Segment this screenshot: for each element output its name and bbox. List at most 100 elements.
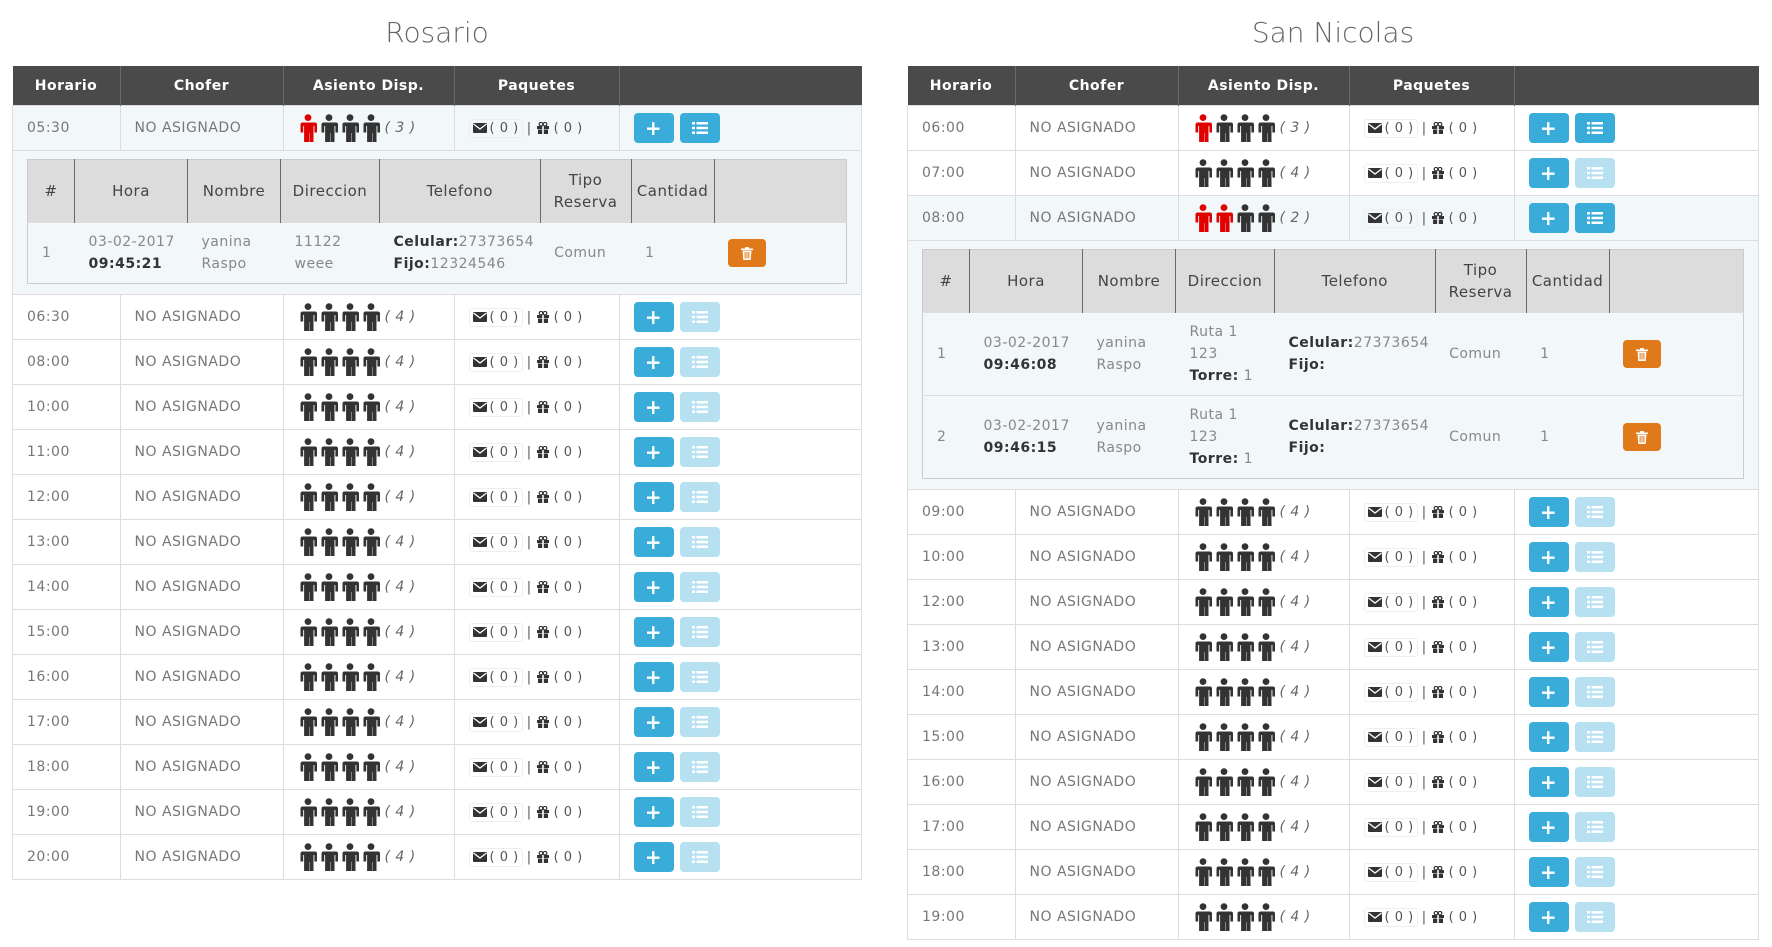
seat-free-icon bbox=[300, 753, 317, 781]
list-reservations-button[interactable] bbox=[679, 527, 720, 557]
list-reservations-button[interactable] bbox=[679, 842, 720, 872]
seat-free-icon bbox=[300, 663, 317, 691]
list-reservations-button[interactable] bbox=[679, 392, 720, 422]
add-reservation-button[interactable]: + bbox=[1528, 587, 1569, 617]
table-row[interactable]: 06:00 NO ASIGNADO ( 3 ) ( 0 ) |( 0 ) + bbox=[907, 105, 1759, 151]
table-row[interactable]: 10:00 NO ASIGNADO ( 4 ) ( 0 ) |( 0 ) + bbox=[12, 384, 862, 430]
table-row[interactable]: 17:00 NO ASIGNADO ( 4 ) ( 0 ) |( 0 ) + bbox=[907, 804, 1759, 850]
table-row[interactable]: 18:00 NO ASIGNADO ( 4 ) ( 0 ) |( 0 ) + bbox=[12, 744, 862, 790]
add-reservation-button[interactable]: + bbox=[1528, 902, 1569, 932]
list-reservations-button[interactable] bbox=[679, 347, 720, 377]
table-row[interactable]: 08:00 NO ASIGNADO ( 4 ) ( 0 ) |( 0 ) + bbox=[12, 339, 862, 385]
res-phone: Celular:27373654 Fijo:12324546 bbox=[379, 222, 541, 284]
table-row[interactable]: 19:00 NO ASIGNADO ( 4 ) ( 0 ) |( 0 ) + bbox=[907, 894, 1759, 940]
table-row[interactable]: 18:00 NO ASIGNADO ( 4 ) ( 0 ) |( 0 ) + bbox=[907, 849, 1759, 895]
add-reservation-button[interactable]: + bbox=[633, 797, 674, 827]
add-reservation-button[interactable]: + bbox=[1528, 722, 1569, 752]
add-reservation-button[interactable]: + bbox=[633, 527, 674, 557]
seat-free-icon bbox=[321, 573, 338, 601]
list-reservations-button[interactable] bbox=[679, 752, 720, 782]
list-reservations-button[interactable] bbox=[679, 707, 720, 737]
list-reservations-button[interactable] bbox=[1574, 587, 1615, 617]
table-row[interactable]: 16:00 NO ASIGNADO ( 4 ) ( 0 ) |( 0 ) + bbox=[12, 654, 862, 700]
table-row[interactable]: 15:00 NO ASIGNADO ( 4 ) ( 0 ) |( 0 ) + bbox=[907, 714, 1759, 760]
table-row[interactable]: 13:00 NO ASIGNADO ( 4 ) ( 0 ) |( 0 ) + bbox=[12, 519, 862, 565]
add-reservation-button[interactable]: + bbox=[1528, 767, 1569, 797]
table-row[interactable]: 17:00 NO ASIGNADO ( 4 ) ( 0 ) |( 0 ) + bbox=[12, 699, 862, 745]
add-reservation-button[interactable]: + bbox=[1528, 113, 1569, 143]
list-reservations-button[interactable] bbox=[1574, 812, 1615, 842]
add-reservation-button[interactable]: + bbox=[633, 662, 674, 692]
table-row[interactable]: 14:00 NO ASIGNADO ( 4 ) ( 0 ) |( 0 ) + bbox=[907, 669, 1759, 715]
add-reservation-button[interactable]: + bbox=[633, 113, 674, 143]
add-reservation-button[interactable]: + bbox=[1528, 542, 1569, 572]
packages-cell: ( 0 ) |( 0 ) bbox=[1348, 105, 1515, 151]
packages-cell: ( 0 ) |( 0 ) bbox=[453, 474, 620, 520]
list-reservations-button[interactable] bbox=[1574, 677, 1615, 707]
delete-reservation-button[interactable] bbox=[1623, 423, 1662, 451]
table-row[interactable]: 09:00 NO ASIGNADO ( 4 ) ( 0 ) |( 0 ) + bbox=[907, 489, 1759, 535]
table-row[interactable]: 12:00 NO ASIGNADO ( 4 ) ( 0 ) |( 0 ) + bbox=[907, 579, 1759, 625]
packages-cell: ( 0 ) |( 0 ) bbox=[1348, 534, 1515, 580]
table-row[interactable]: 08:00 NO ASIGNADO ( 2 ) ( 0 ) |( 0 ) + bbox=[907, 195, 1759, 241]
add-reservation-button[interactable]: + bbox=[1528, 677, 1569, 707]
add-reservation-button[interactable]: + bbox=[1528, 158, 1569, 188]
list-reservations-button[interactable] bbox=[1574, 113, 1615, 143]
list-reservations-button[interactable] bbox=[679, 113, 720, 143]
add-reservation-button[interactable]: + bbox=[633, 347, 674, 377]
table-row[interactable]: 14:00 NO ASIGNADO ( 4 ) ( 0 ) |( 0 ) + bbox=[12, 564, 862, 610]
list-reservations-button[interactable] bbox=[1574, 158, 1615, 188]
list-reservations-button[interactable] bbox=[1574, 632, 1615, 662]
table-row[interactable]: 07:00 NO ASIGNADO ( 4 ) ( 0 ) |( 0 ) + bbox=[907, 150, 1759, 196]
table-row[interactable]: 10:00 NO ASIGNADO ( 4 ) ( 0 ) |( 0 ) + bbox=[907, 534, 1759, 580]
list-reservations-button[interactable] bbox=[679, 302, 720, 332]
add-reservation-button[interactable]: + bbox=[1528, 497, 1569, 527]
reservation-row[interactable]: 2 03-02-2017 09:46:15 yanina Raspo Ruta 1 1… bbox=[922, 395, 1744, 479]
delete-reservation-button[interactable] bbox=[1623, 340, 1662, 368]
envelope-icon bbox=[472, 123, 487, 133]
list-reservations-button[interactable] bbox=[679, 617, 720, 647]
add-reservation-button[interactable]: + bbox=[633, 302, 674, 332]
list-reservations-button[interactable] bbox=[679, 572, 720, 602]
add-reservation-button[interactable]: + bbox=[1528, 857, 1569, 887]
list-reservations-button[interactable] bbox=[1574, 497, 1615, 527]
list-reservations-button[interactable] bbox=[679, 482, 720, 512]
table-row[interactable]: 13:00 NO ASIGNADO ( 4 ) ( 0 ) |( 0 ) + bbox=[907, 624, 1759, 670]
table-row[interactable]: 05:30 NO ASIGNADO ( 3 ) ( 0 ) |( 0 ) + bbox=[12, 105, 862, 151]
table-row[interactable]: 11:00 NO ASIGNADO ( 4 ) ( 0 ) |( 0 ) + bbox=[12, 429, 862, 475]
add-reservation-button[interactable]: + bbox=[633, 842, 674, 872]
table-row[interactable]: 19:00 NO ASIGNADO ( 4 ) ( 0 ) |( 0 ) + bbox=[12, 789, 862, 835]
add-reservation-button[interactable]: + bbox=[633, 437, 674, 467]
add-reservation-button[interactable]: + bbox=[633, 617, 674, 647]
add-reservation-button[interactable]: + bbox=[1528, 812, 1569, 842]
add-reservation-button[interactable]: + bbox=[633, 392, 674, 422]
delete-reservation-button[interactable] bbox=[728, 239, 767, 267]
seat-free-icon bbox=[1237, 903, 1254, 931]
list-reservations-button[interactable] bbox=[679, 797, 720, 827]
list-reservations-button[interactable] bbox=[1574, 722, 1615, 752]
seats-cell: ( 4 ) bbox=[282, 519, 455, 565]
list-reservations-button[interactable] bbox=[1574, 767, 1615, 797]
list-reservations-button[interactable] bbox=[679, 437, 720, 467]
table-row[interactable]: 06:30 NO ASIGNADO ( 4 ) ( 0 ) |( 0 ) + bbox=[12, 294, 862, 340]
table-row[interactable]: 20:00 NO ASIGNADO ( 4 ) ( 0 ) |( 0 ) + bbox=[12, 834, 862, 880]
table-row[interactable]: 15:00 NO ASIGNADO ( 4 ) ( 0 ) |( 0 ) + bbox=[12, 609, 862, 655]
table-row[interactable]: 12:00 NO ASIGNADO ( 4 ) ( 0 ) |( 0 ) + bbox=[12, 474, 862, 520]
list-reservations-button[interactable] bbox=[1574, 857, 1615, 887]
list-reservations-button[interactable] bbox=[679, 662, 720, 692]
add-reservation-button[interactable]: + bbox=[633, 572, 674, 602]
reservation-row[interactable]: 1 03-02-2017 09:45:21 yanina Raspo 11122 we… bbox=[27, 222, 847, 284]
available-count: ( 4 ) bbox=[1279, 909, 1311, 925]
list-reservations-button[interactable] bbox=[1574, 902, 1615, 932]
add-reservation-button[interactable]: + bbox=[633, 752, 674, 782]
add-reservation-button[interactable]: + bbox=[633, 482, 674, 512]
list-reservations-button[interactable] bbox=[1574, 542, 1615, 572]
envelope-icon bbox=[1367, 867, 1382, 877]
add-reservation-button[interactable]: + bbox=[633, 707, 674, 737]
add-reservation-button[interactable]: + bbox=[1528, 632, 1569, 662]
table-row[interactable]: 16:00 NO ASIGNADO ( 4 ) ( 0 ) |( 0 ) + bbox=[907, 759, 1759, 805]
add-reservation-button[interactable]: + bbox=[1528, 203, 1569, 233]
list-icon bbox=[1586, 212, 1603, 224]
reservation-row[interactable]: 1 03-02-2017 09:46:08 yanina Raspo Ruta 1 1… bbox=[922, 312, 1744, 396]
list-reservations-button[interactable] bbox=[1574, 203, 1615, 233]
